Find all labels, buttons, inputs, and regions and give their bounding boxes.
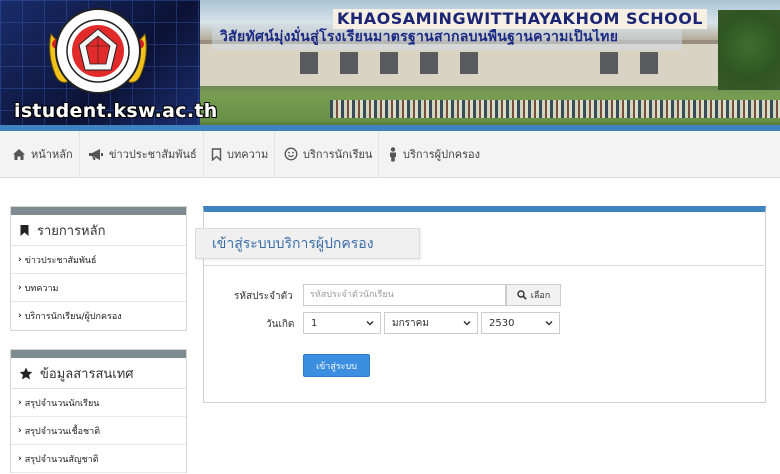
birth-month-select[interactable]: มกราคม — [384, 312, 478, 334]
banner-crowd — [330, 100, 780, 118]
search-button[interactable]: เลือก — [506, 284, 561, 306]
panel-title: รายการหลัก — [37, 223, 106, 239]
bookmark-icon — [20, 224, 29, 236]
sidebar-main-menu: รายการหลัก › ข่าวประชาสัมพันธ์ › บทความ › บ… — [10, 206, 187, 331]
nav-item-student-services[interactable]: บริการนักเรียน — [278, 131, 380, 177]
sidebar-item-news[interactable]: › ข่าวประชาสัมพันธ์ — [11, 246, 186, 274]
chevron-right-icon: › — [18, 397, 22, 408]
nav-item-label: ข่าวประชาสัมพันธ์ — [109, 148, 197, 161]
banner-window — [600, 52, 618, 74]
banner-window — [340, 52, 358, 74]
banner-window — [380, 52, 398, 74]
search-button-label: เลือก — [530, 291, 551, 301]
sidebar-item-student-count[interactable]: › สรุปจำนวนนักเรียน — [11, 389, 186, 417]
birth-year-select[interactable]: 2530 — [481, 312, 560, 334]
panel-header: รายการหลัก — [11, 215, 186, 246]
sidebar-item-label: สรุปจำนวนนักเรียน — [24, 398, 100, 409]
banner-tree — [718, 10, 780, 90]
banner-window — [640, 52, 658, 74]
smile-icon — [284, 147, 298, 161]
sidebar-item-services[interactable]: › บริการนักเรียน/ผู้ปกครอง — [11, 302, 186, 330]
panel-top-bar — [11, 350, 186, 358]
nav-item-news[interactable]: ข่าวประชาสัมพันธ์ — [82, 131, 204, 177]
star-icon — [19, 367, 33, 379]
header-banner: วิสัยทัศน์มุ่งมั่นสู่โรงเรียนมาตรฐานสากล… — [0, 0, 780, 125]
search-icon — [517, 290, 527, 300]
chevron-down-icon — [463, 320, 471, 326]
sidebar-info-menu: ข้อมูลสารสนเทศ › สรุปจำนวนนักเรียน › สรุปจ… — [10, 349, 187, 473]
top-navbar: หน้าหลัก ข่าวประชาสัมพันธ์ บทความ บริการ… — [0, 131, 780, 178]
panel-top-bar — [11, 207, 186, 215]
nav-item-label: บริการผู้ปกครอง — [403, 148, 480, 161]
banner-window — [300, 52, 318, 74]
user-icon — [390, 146, 396, 161]
sidebar-item-label: สรุปจำนวนเชื้อชาติ — [24, 426, 101, 437]
sidebar-item-label: บริการนักเรียน/ผู้ปกครอง — [24, 312, 122, 322]
sidebar-item-label: ข่าวประชาสัมพันธ์ — [24, 255, 97, 266]
birth-day-select[interactable]: 1 — [303, 312, 381, 334]
student-id-label: รหัสประจำตัว — [234, 291, 293, 302]
panel-header: ข้อมูลสารสนเทศ — [11, 358, 186, 389]
nav-item-label: บริการนักเรียน — [303, 148, 373, 161]
banner-school-name: KHAOSAMINGWITTHAYAKHOM SCHOOL — [333, 9, 707, 29]
panel-title: ข้อมูลสารสนเทศ — [40, 366, 134, 382]
sidebar-item-ethnicity-count[interactable]: › สรุปจำนวนเชื้อชาติ — [11, 417, 186, 445]
chevron-down-icon — [366, 320, 374, 326]
sidebar-item-nationality-count[interactable]: › สรุปจำนวนสัญชาติ — [11, 445, 186, 473]
birthdate-label: วันเกิด — [266, 319, 295, 330]
nav-item-articles[interactable]: บทความ — [205, 131, 276, 177]
nav-item-label: บทความ — [227, 148, 269, 161]
chevron-right-icon: › — [18, 254, 22, 265]
page-title: เข้าสู่ระบบบริการผู้ปกครอง — [195, 228, 420, 259]
chevron-right-icon: › — [18, 282, 22, 293]
banner-window — [420, 52, 438, 74]
nav-item-label: หน้าหลัก — [31, 148, 73, 161]
banner-url-text: istudent.ksw.ac.th — [14, 100, 218, 122]
birth-month-value: มกราคม — [392, 317, 429, 329]
chevron-right-icon: › — [18, 311, 22, 321]
login-submit-button[interactable]: เข้าสู่ระบบ — [303, 354, 370, 377]
bullhorn-icon — [89, 148, 103, 160]
nav-item-home[interactable]: หน้าหลัก — [6, 131, 80, 177]
birth-year-value: 2530 — [489, 317, 515, 329]
banner-window — [460, 52, 478, 74]
sidebar-item-label: สรุปจำนวนสัญชาติ — [24, 454, 99, 465]
sidebar-item-label: บทความ — [24, 283, 59, 294]
bookmark-icon — [211, 147, 222, 161]
chevron-right-icon: › — [18, 425, 22, 436]
student-id-input[interactable] — [303, 284, 506, 306]
chevron-right-icon: › — [18, 453, 22, 464]
birth-day-value: 1 — [311, 317, 318, 329]
nav-item-parent-services[interactable]: บริการผู้ปกครอง — [382, 131, 486, 177]
school-logo-icon — [49, 8, 147, 94]
chevron-down-icon — [545, 320, 553, 326]
home-icon — [13, 148, 25, 160]
sidebar-item-articles[interactable]: › บทความ — [11, 274, 186, 302]
